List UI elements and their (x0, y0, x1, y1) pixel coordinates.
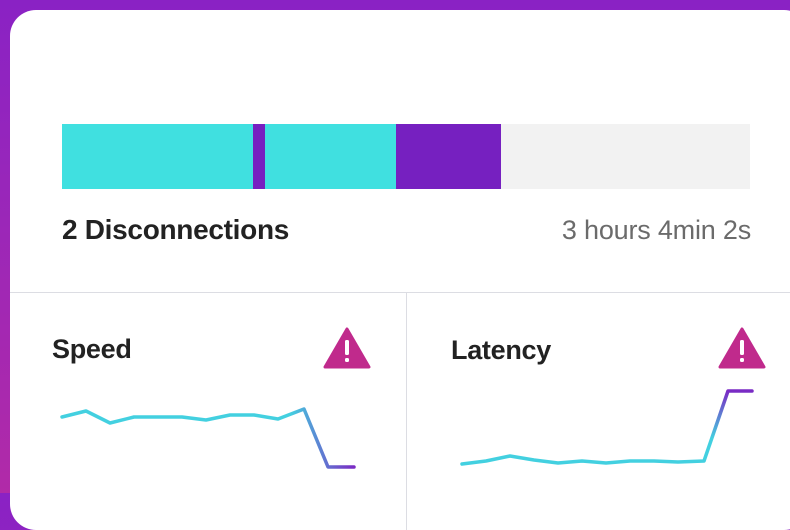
latency-sparkline (460, 389, 754, 466)
timeline-segment-disconnected (252, 124, 265, 189)
speed-sparkline (60, 407, 356, 469)
disconnections-count: 2 Disconnections (62, 214, 290, 245)
latency-title: Latency (451, 335, 551, 365)
timeline-segment-disconnected (395, 124, 501, 189)
connection-timeline-bar[interactable] (62, 124, 750, 189)
timeline-segment-connected (264, 124, 396, 189)
speed-title: Speed (52, 334, 132, 364)
metrics-divider (406, 293, 407, 530)
connection-duration: 3 hours 4min 2s (561, 215, 751, 245)
connection-card: 2 Disconnections 3 hours 4min 2s Speed L… (10, 10, 790, 530)
latency-warning-icon[interactable] (718, 326, 766, 370)
timeline-segment-connected (62, 124, 253, 189)
section-divider (10, 292, 790, 293)
speed-warning-icon[interactable] (323, 326, 371, 370)
